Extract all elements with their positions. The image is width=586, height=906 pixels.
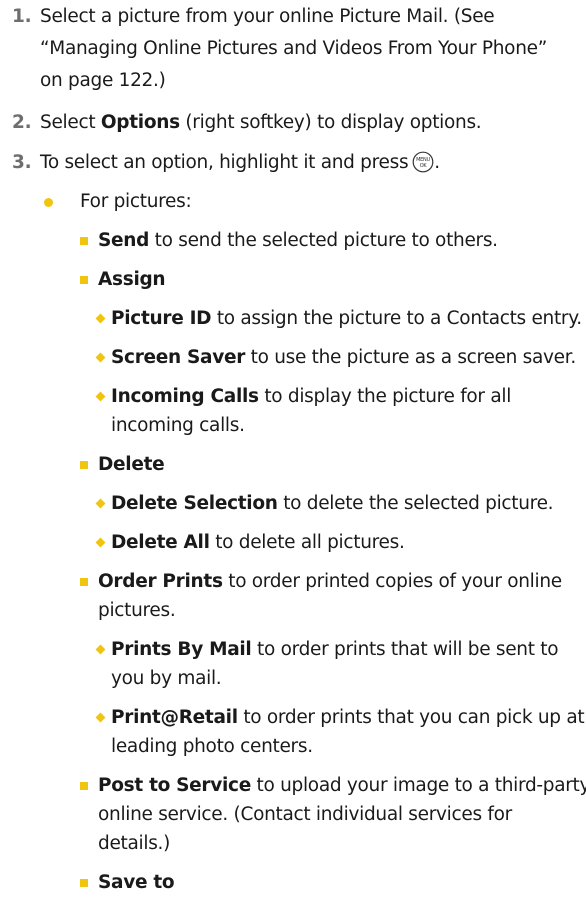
bullet-square-icon: [80, 879, 88, 887]
options-label: Options: [100, 112, 180, 133]
item-print-retail-cont: leading photo centers.: [111, 736, 313, 757]
item-delete-all: Delete All to delete all pictures.: [111, 532, 405, 553]
bullet-diamond-icon: [95, 644, 106, 655]
bullet-diamond-icon: [95, 313, 106, 324]
item-order-prints: Order Prints to order printed copies of …: [98, 571, 562, 592]
item-post-to-service-cont: online service. (Contact individual serv…: [98, 804, 512, 825]
step-1-line-3: on page 122.): [40, 70, 166, 91]
bullet-dot-icon: [44, 198, 53, 207]
step-number: 1.: [12, 6, 32, 27]
item-delete-selection: Delete Selection to delete the selected …: [111, 493, 554, 514]
item-prints-by-mail-cont: you by mail.: [111, 668, 222, 689]
bullet-diamond-icon: [95, 391, 106, 402]
item-send: Send to send the selected picture to oth…: [98, 230, 498, 251]
bullet-square-icon: [80, 461, 88, 469]
item-incoming-calls: Incoming Calls to display the picture fo…: [111, 386, 512, 407]
manual-page: 1. Select a picture from your online Pic…: [0, 0, 586, 906]
bullet-diamond-icon: [95, 352, 106, 363]
item-print-retail: Print@Retail to order prints that you ca…: [111, 707, 585, 728]
item-post-to-service: Post to Service to upload your image to …: [98, 775, 586, 796]
bullet-square-icon: [80, 237, 88, 245]
item-screen-saver: Screen Saver to use the picture as a scr…: [111, 347, 576, 368]
step-3-text: To select an option, highlight it and pr…: [40, 151, 440, 173]
item-save-to: Save to: [98, 872, 175, 893]
step-number: 3.: [12, 152, 32, 173]
bullet-diamond-icon: [95, 498, 106, 509]
step-2-text: Select Options (right softkey) to displa…: [40, 112, 482, 133]
item-prints-by-mail: Prints By Mail to order prints that will…: [111, 639, 559, 660]
item-incoming-calls-cont: incoming calls.: [111, 415, 245, 436]
section-for-pictures: For pictures:: [80, 191, 192, 212]
step-1-line-2: “Managing Online Pictures and Videos Fro…: [40, 38, 547, 59]
bullet-diamond-icon: [95, 537, 106, 548]
item-assign: Assign: [98, 269, 166, 290]
item-post-to-service-cont2: details.): [98, 833, 171, 854]
item-picture-id: Picture ID to assign the picture to a Co…: [111, 308, 582, 329]
bullet-diamond-icon: [95, 712, 106, 723]
item-order-prints-cont: pictures.: [98, 600, 176, 621]
bullet-square-icon: [80, 276, 88, 284]
item-delete: Delete: [98, 454, 165, 475]
bullet-square-icon: [80, 782, 88, 790]
step-1-line-1: Select a picture from your online Pictur…: [40, 6, 495, 27]
menu-ok-key-icon: MENUOK: [412, 151, 434, 172]
bullet-square-icon: [80, 578, 88, 586]
step-number: 2.: [12, 112, 32, 133]
svg-text:OK: OK: [420, 163, 428, 169]
